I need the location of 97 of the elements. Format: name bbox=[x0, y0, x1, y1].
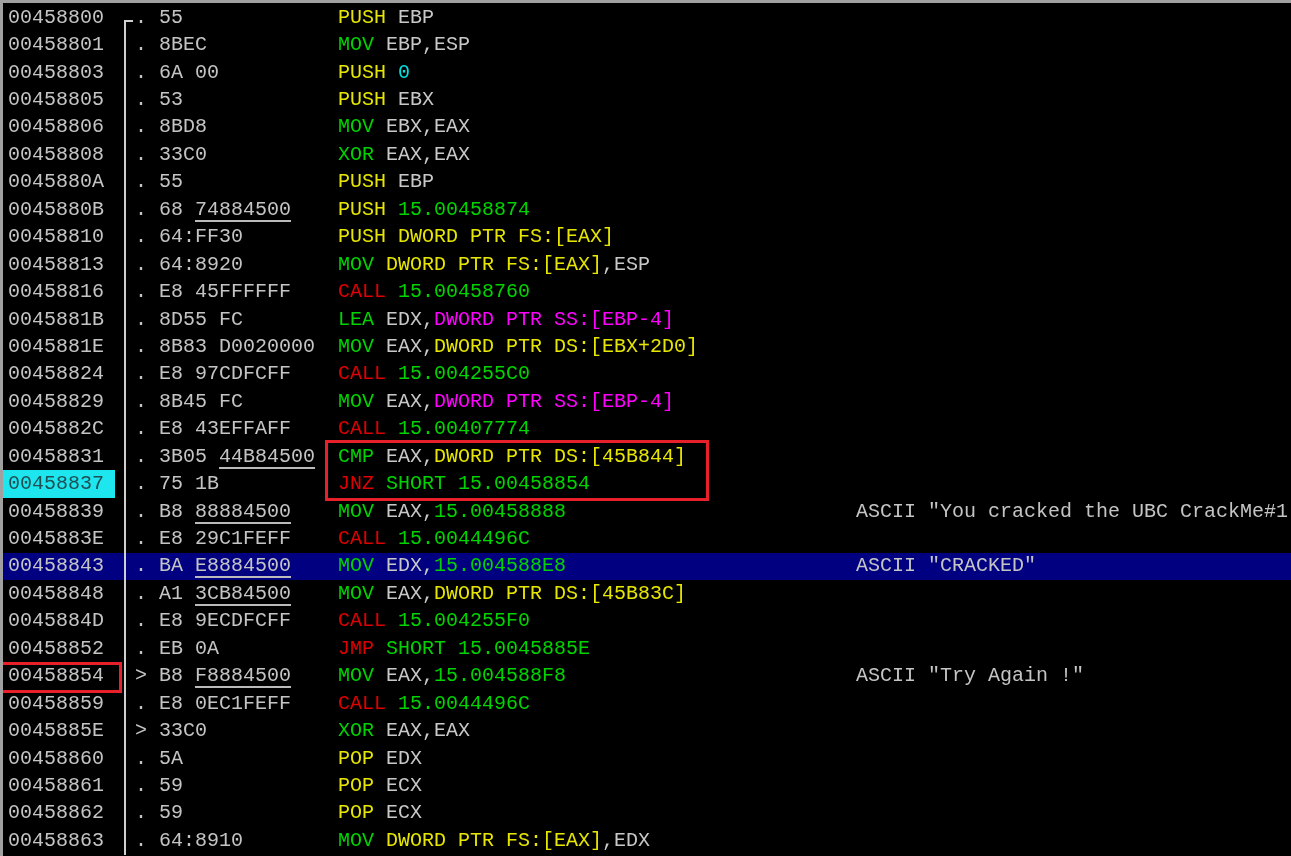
instruction-text: MOV EAX,DWORD PTR SS:[EBP-4] bbox=[338, 389, 675, 413]
address-cell: 00458859 bbox=[8, 693, 104, 714]
address-cell: 00458863 bbox=[8, 830, 104, 851]
instruction-text: CALL 15.004255F0 bbox=[338, 609, 531, 633]
address-cell: 00458839 bbox=[8, 501, 104, 522]
address-cell: 00458808 bbox=[8, 144, 104, 165]
instruction-text: PUSH DWORD PTR FS:[EAX] bbox=[338, 225, 615, 249]
address-cell: 00458852 bbox=[8, 638, 104, 659]
comment-cell-text: ASCII "Try Again !" bbox=[855, 666, 1085, 687]
hex-dump-cell-text: . 64:FF30 bbox=[135, 227, 245, 248]
instruction-text: POP ECX bbox=[338, 801, 423, 825]
hex-dump-cell-text: . 8B83 D0020000 bbox=[135, 336, 317, 357]
instruction-text: CALL 15.00407774 bbox=[338, 417, 531, 441]
hex-dump-cell-text: . E8 97CDFCFF bbox=[135, 364, 293, 385]
hex-dump-cell-text: . 3B05 44B84500 bbox=[135, 446, 317, 467]
address-cell: 00458813 bbox=[8, 254, 104, 275]
instruction-text: MOV DWORD PTR FS:[EAX],ESP bbox=[338, 252, 651, 276]
comment-cell-text: ASCII "CRACKED" bbox=[855, 556, 1037, 577]
hex-dump-cell-text: . E8 9ECDFCFF bbox=[135, 611, 293, 632]
instruction-text: XOR EAX,EAX bbox=[338, 719, 471, 743]
hex-dump-cell-text: . 59 bbox=[135, 775, 184, 796]
hex-dump-cell-text: . 55 bbox=[135, 7, 184, 28]
address-cell: 0045881E bbox=[8, 336, 104, 357]
instruction-text: MOV EBP,ESP bbox=[338, 33, 471, 57]
hex-dump-cell-text: . B8 88884500 bbox=[135, 501, 293, 522]
instruction-text: CMP EAX,DWORD PTR DS:[45B844] bbox=[338, 444, 687, 468]
hex-dump-cell-text: . 59 bbox=[135, 803, 184, 824]
hex-dump-cell-text: . 75 1B bbox=[135, 474, 220, 495]
hex-dump-cell-text: . E8 29C1FEFF bbox=[135, 529, 293, 550]
instruction-text: MOV EAX,15.004588F8 bbox=[338, 664, 567, 688]
address-cell: 00458800 bbox=[8, 7, 104, 28]
address-cell: 0045885E bbox=[8, 721, 104, 742]
instruction-text: CALL 15.0044496C bbox=[338, 691, 531, 715]
hex-dump-cell-text: . 33C0 bbox=[135, 144, 208, 165]
hex-dump-cell-text: . 64:8910 bbox=[135, 830, 245, 851]
address-cell: 00458843 bbox=[8, 556, 104, 577]
address-cell: 00458810 bbox=[8, 227, 104, 248]
address-cell: 0045881B bbox=[8, 309, 104, 330]
instruction-text: MOV DWORD PTR FS:[EAX],EDX bbox=[338, 828, 651, 852]
instruction-text: JNZ SHORT 15.00458854 bbox=[338, 472, 591, 496]
address-cell: 00458860 bbox=[8, 748, 104, 769]
address-cell: 00458837 bbox=[8, 474, 104, 495]
hex-dump-cell-text: > 33C0 bbox=[135, 721, 208, 742]
hex-dump-cell-text: . 8B45 FC bbox=[135, 391, 245, 412]
hex-dump-cell-text: . 8BD8 bbox=[135, 117, 208, 138]
address-cell: 00458831 bbox=[8, 446, 104, 467]
address-cell: 00458806 bbox=[8, 117, 104, 138]
instruction-text: XOR EAX,EAX bbox=[338, 142, 471, 166]
instruction-text: POP ECX bbox=[338, 773, 423, 797]
address-cell: 00458854 bbox=[8, 666, 104, 687]
instruction-text: MOV EDX,15.004588E8 bbox=[338, 554, 567, 578]
address-cell: 0045880B bbox=[8, 199, 104, 220]
address-cell: 00458862 bbox=[8, 803, 104, 824]
instruction-text: MOV EAX,15.00458888 bbox=[338, 499, 567, 523]
address-cell: 00458816 bbox=[8, 282, 104, 303]
address-cell: 0045880A bbox=[8, 172, 104, 193]
hex-dump-cell-text: . 55 bbox=[135, 172, 184, 193]
instruction-text: PUSH EBP bbox=[338, 170, 435, 194]
address-cell: 00458824 bbox=[8, 364, 104, 385]
hex-dump-cell-text: . 53 bbox=[135, 90, 184, 111]
address-cell: 00458861 bbox=[8, 775, 104, 796]
instruction-text: PUSH EBX bbox=[338, 88, 435, 112]
instruction-text: CALL 15.00458760 bbox=[338, 280, 531, 304]
selected-row[interactable]: 00458843 . BA E8884500 MOV EDX,15.004588E8 ASCII "CRACKED" bbox=[3, 552, 1291, 581]
instruction-text: MOV EAX,DWORD PTR DS:[EBX+2D0] bbox=[338, 334, 699, 358]
hex-dump-cell-text: . 8D55 FC bbox=[135, 309, 245, 330]
hex-dump-cell-text: . A1 3CB84500 bbox=[135, 583, 293, 604]
hex-dump-cell-text: > B8 F8884500 bbox=[135, 666, 293, 687]
address-cell: 0045884D bbox=[8, 611, 104, 632]
instruction-text: LEA EDX,DWORD PTR SS:[EBP-4] bbox=[338, 307, 675, 331]
instruction-text: POP EDX bbox=[338, 746, 423, 770]
hex-dump-cell-text: . 6A 00 bbox=[135, 62, 220, 83]
hex-dump-cell-text: . 64:8920 bbox=[135, 254, 245, 275]
hex-dump-cell-text: . E8 0EC1FEFF bbox=[135, 693, 293, 714]
address-cell: 00458829 bbox=[8, 391, 104, 412]
address-cell: 0045883E bbox=[8, 529, 104, 550]
instruction-text: MOV EAX,DWORD PTR DS:[45B83C] bbox=[338, 581, 687, 605]
hex-dump-cell-text: . E8 45FFFFFF bbox=[135, 282, 293, 303]
instruction-text: MOV EBX,EAX bbox=[338, 115, 471, 139]
hex-dump-cell-text: . EB 0A bbox=[135, 638, 220, 659]
hex-dump-cell-text: . 5A bbox=[135, 748, 184, 769]
hex-dump-cell-text: . 68 74884500 bbox=[135, 199, 293, 220]
address-cell: 00458803 bbox=[8, 62, 104, 83]
instruction-text: CALL 15.004255C0 bbox=[338, 362, 531, 386]
address-cell: 0045882C bbox=[8, 419, 104, 440]
address-cell: 00458805 bbox=[8, 90, 104, 111]
instruction-text: PUSH 0 bbox=[338, 60, 411, 84]
comment-cell-text: ASCII "You cracked the UBC CrackMe#1 bbox=[855, 501, 1289, 522]
instruction-text: PUSH EBP bbox=[338, 5, 435, 29]
instruction-text: PUSH 15.00458874 bbox=[338, 197, 531, 221]
instruction-text: JMP SHORT 15.0045885E bbox=[338, 636, 591, 660]
instruction-text: CALL 15.0044496C bbox=[338, 527, 531, 551]
hex-dump-cell-text: . BA E8884500 bbox=[135, 556, 293, 577]
address-cell: 00458848 bbox=[8, 583, 104, 604]
address-cell: 00458801 bbox=[8, 35, 104, 56]
hex-dump-cell-text: . 8BEC bbox=[135, 35, 208, 56]
hex-dump-cell-text: . E8 43EFFAFF bbox=[135, 419, 293, 440]
